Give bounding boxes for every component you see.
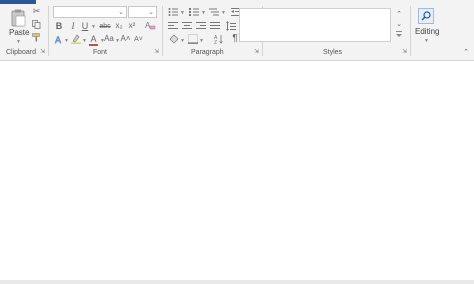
numbering-dropdown-arrow[interactable]: ▼ <box>201 10 206 16</box>
cut-icon[interactable]: ✂ <box>32 7 41 16</box>
underline-button[interactable]: U <box>81 21 89 31</box>
svg-text:A: A <box>55 35 61 44</box>
ribbon: Paste ▼ ✂ Clipboard ⇲ ⌄ ⌄ B I U ▼ abc x₂… <box>0 0 474 61</box>
align-right-icon[interactable] <box>196 21 206 31</box>
editing-dropdown-arrow[interactable]: ▼ <box>424 38 429 44</box>
styles-scroll-up-icon[interactable]: ⌃ <box>394 10 404 19</box>
paste-button-label[interactable]: Paste <box>9 28 29 37</box>
clipboard-group-label: Clipboard <box>6 49 36 56</box>
font-dialog-launcher-icon[interactable]: ⇲ <box>154 49 160 55</box>
paste-dropdown-arrow[interactable]: ▼ <box>16 39 21 45</box>
borders-icon[interactable] <box>188 34 198 44</box>
chevron-down-icon[interactable]: ⌄ <box>148 8 154 16</box>
multilevel-dropdown-arrow[interactable]: ▼ <box>221 10 226 16</box>
collapse-ribbon-icon[interactable]: ⌃ <box>462 48 470 56</box>
bullets-icon[interactable] <box>168 7 178 17</box>
underline-dropdown-arrow[interactable]: ▼ <box>91 24 96 30</box>
grow-font-button[interactable]: A˄ <box>120 34 131 44</box>
change-case-button[interactable]: Aa <box>103 34 115 44</box>
shading-icon[interactable] <box>169 34 179 44</box>
sort-icon[interactable]: AZ <box>214 34 224 44</box>
font-name-combo[interactable]: ⌄ <box>53 6 127 18</box>
separator <box>48 6 49 56</box>
numbering-icon[interactable] <box>189 7 199 17</box>
svg-text:Z: Z <box>214 40 217 44</box>
text-effects-icon[interactable]: A <box>54 34 64 44</box>
multilevel-list-icon[interactable] <box>209 7 219 17</box>
separator <box>162 6 163 56</box>
font-color-button[interactable]: A <box>89 34 98 46</box>
highlight-color-icon[interactable] <box>71 34 81 44</box>
active-tab-indicator <box>0 0 36 4</box>
format-painter-icon[interactable] <box>32 33 41 42</box>
editing-button-label[interactable]: Editing <box>415 27 439 36</box>
clipboard-dialog-launcher-icon[interactable]: ⇲ <box>40 49 46 55</box>
paragraph-group-label: Paragraph <box>191 49 224 56</box>
borders-dropdown-arrow[interactable]: ▼ <box>199 38 204 44</box>
document-area-bottom-edge <box>0 280 474 284</box>
styles-gallery[interactable] <box>239 8 391 42</box>
line-spacing-icon[interactable] <box>226 21 236 31</box>
bullets-dropdown-arrow[interactable]: ▼ <box>180 10 185 16</box>
styles-scroll-down-icon[interactable]: ⌄ <box>394 20 404 29</box>
search-icon[interactable] <box>418 8 434 24</box>
font-group-label: Font <box>93 49 108 56</box>
copy-icon[interactable] <box>32 20 41 29</box>
bold-button[interactable]: B <box>55 21 63 31</box>
text-effects-dropdown-arrow[interactable]: ▼ <box>64 38 69 44</box>
strikethrough-button[interactable]: abc <box>99 21 111 31</box>
clear-formatting-icon[interactable]: A <box>145 20 156 31</box>
chevron-down-icon[interactable]: ⌄ <box>118 8 124 16</box>
paste-icon[interactable] <box>10 9 26 27</box>
paragraph-dialog-launcher-icon[interactable]: ⇲ <box>254 49 260 55</box>
shrink-font-button[interactable]: A˅ <box>133 34 144 44</box>
subscript-button[interactable]: x₂ <box>114 21 124 31</box>
separator <box>410 6 411 56</box>
styles-group-label: Styles <box>323 49 343 56</box>
justify-icon[interactable] <box>210 21 220 31</box>
align-center-icon[interactable] <box>182 21 192 31</box>
font-size-combo[interactable]: ⌄ <box>128 6 157 18</box>
highlight-dropdown-arrow[interactable]: ▼ <box>82 38 87 44</box>
superscript-button[interactable]: x² <box>127 21 137 31</box>
align-left-icon[interactable] <box>168 21 178 31</box>
styles-dialog-launcher-icon[interactable]: ⇲ <box>402 49 408 55</box>
styles-more-icon[interactable] <box>394 30 404 39</box>
italic-button[interactable]: I <box>69 21 77 31</box>
shading-dropdown-arrow[interactable]: ▼ <box>180 38 185 44</box>
